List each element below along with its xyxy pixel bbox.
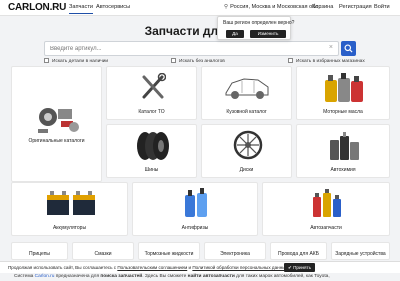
option-in-stock-label: Искать детали в наличии [52,59,109,64]
category-batteries[interactable]: Аккумуляторы [11,182,128,236]
region-yes-button[interactable]: Да [226,30,244,38]
category-maintenance-catalog[interactable]: Каталог ТО [106,66,197,120]
search-box: × [44,41,339,56]
checkbox-favorite-shops[interactable] [288,58,293,63]
category-chargers[interactable]: Зарядные устройства [331,242,390,260]
chemical-bottles-icon [330,132,359,160]
category-wheels[interactable]: Диски [201,124,292,178]
category-antifreeze[interactable]: Антифризы [132,182,258,236]
checkbox-in-stock[interactable] [44,58,49,63]
cookie-text: Продолжая использовать сайт, Вы соглашае… [8,265,288,270]
category-greases[interactable]: Смазки [72,242,134,260]
region-question: Ваш регион определен верно? [223,20,295,26]
category-electronics[interactable]: Электроника [204,242,266,260]
cart-link[interactable]: Корзина [312,4,333,10]
nav-tab-service[interactable]: Автосервисы [96,4,130,10]
batteries-icon [47,191,95,215]
register-link[interactable]: Регистрация [339,4,372,10]
login-link[interactable]: Войти [374,4,390,10]
wrench-icon [142,73,166,99]
category-original-catalogs[interactable]: Оригинальные каталоги [11,66,102,182]
category-label: Диски [239,167,254,173]
site-logo[interactable]: CARLON.RU [8,2,66,13]
option-favorite-shops[interactable]: Искать в избранных магазинах [288,58,365,64]
cookie-accept-button[interactable]: ✔ Принять [284,263,315,272]
seo-text-area: Система Carlon.ru предназначена для поис… [0,273,400,281]
location-pin-icon: ⚲ [224,4,229,10]
category-label: Каталог ТО [138,109,165,115]
terms-link[interactable]: Пользовательским соглашением [117,265,187,270]
tires-icon [137,132,169,160]
nav-tab-parts[interactable]: Запчасти [69,4,94,14]
search-icon [344,44,353,53]
page-title: Запчасти для авто [144,24,256,38]
category-body-catalog[interactable]: Кузовной каталог [201,66,292,120]
top-navigation-bar: CARLON.RU Запчасти Автосервисы ⚲ Россия, … [0,0,400,16]
category-label: Оригинальные каталоги [28,138,85,144]
region-label: Россия, Москва и Московская обл. [230,4,320,10]
check-icon: ✔ [287,265,292,270]
category-trailers[interactable]: Прицепы [11,242,68,260]
car-body-icon [225,78,269,99]
category-tires[interactable]: Шины [106,124,197,178]
option-no-analogs[interactable]: Искать без аналогов [171,58,225,64]
category-label: Антифризы [181,225,209,231]
option-no-analogs-label: Искать без аналогов [179,59,225,64]
category-label: Шины [144,167,159,173]
oil-bottles-icon [325,73,363,102]
engine-parts-icon [38,108,79,133]
category-label: Аккумуляторы [52,225,87,231]
option-favorite-shops-label: Искать в избранных магазинах [296,59,365,64]
category-label: Кузовной каталог [226,109,267,115]
category-brake-fluids[interactable]: Тормозные жидкости [138,242,200,260]
region-selector[interactable]: ⚲ Россия, Москва и Московская обл. [224,4,320,10]
category-battery-cables[interactable]: Провода для АКБ [270,242,327,260]
antifreeze-bottles-icon [185,188,207,217]
wheel-rim-icon [233,130,263,160]
option-in-stock[interactable]: Искать детали в наличии [44,58,108,64]
category-car-chemicals[interactable]: Автохимия [296,124,390,178]
search-button[interactable] [341,41,356,56]
cookie-consent-bar: Продолжая использовать сайт, Вы соглашае… [0,261,400,273]
cookie-accept-label: Принять [293,265,312,270]
privacy-link[interactable]: Политикой обработки персональных данных [192,265,287,270]
region-confirm-popup: Ваш регион определен верно? Да Изменить [217,16,295,40]
seo-text: Система Carlon.ru предназначена для поис… [14,274,330,279]
category-motor-oils[interactable]: Моторные масла [296,66,390,120]
category-auto-parts[interactable]: Автозапчасти [262,182,390,236]
category-label: Моторные масла [323,109,363,115]
spray-cans-icon [313,189,341,217]
search-input[interactable] [50,44,320,54]
checkbox-no-analogs[interactable] [171,58,176,63]
category-label: Автохимия [330,167,356,173]
region-change-button[interactable]: Изменить [250,30,286,38]
carlon-link[interactable]: Carlon.ru [35,274,55,279]
clear-icon[interactable]: × [329,44,333,51]
category-label: Автозапчасти [310,225,342,231]
